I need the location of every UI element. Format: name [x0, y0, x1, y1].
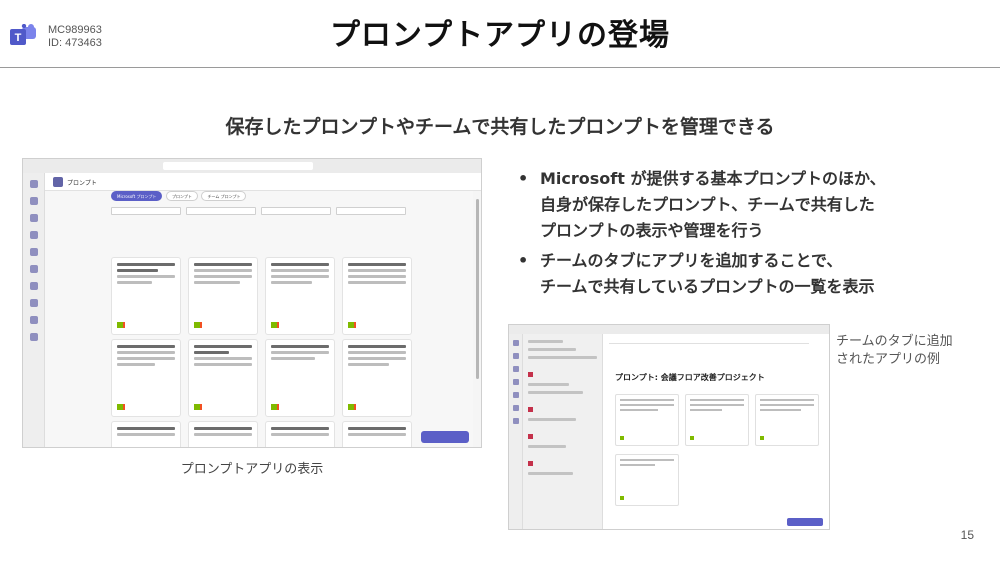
prompt-card: [265, 421, 335, 447]
caption-line: チームのタブに追加: [836, 334, 953, 349]
prompt-card: [188, 421, 258, 447]
prompts-app-screenshot: プロンプト Microsoft プロンプト プロンプト チーム プロンプト: [22, 158, 482, 448]
app-header-bar: プロンプト: [45, 173, 481, 191]
bullet-item: • チームのタブにアプリを追加することで、 チームで共有しているプロンプトの一覧…: [518, 248, 988, 300]
prompts-app-icon: [53, 177, 63, 187]
search-box: [163, 162, 313, 170]
scrollbar: [476, 199, 479, 379]
app-name: プロンプト: [67, 180, 97, 187]
prompt-card: [111, 421, 181, 447]
feedback-button: [421, 431, 469, 443]
bullet-dot: •: [518, 169, 529, 188]
window-titlebar: [23, 159, 481, 173]
screenshot-caption: プロンプトアプリの表示: [180, 462, 324, 477]
prompt-card: [755, 394, 819, 446]
bullet-line: Microsoft が提供する基本プロンプトのほか、: [540, 169, 886, 188]
team-tab-screenshot: プロンプト: 会議フロア改善プロジェクト: [508, 324, 830, 530]
prompt-card: [265, 257, 335, 335]
prompt-card: [265, 339, 335, 417]
slide-subtitle: 保存したプロンプトやチームで共有したプロンプトを管理できる: [225, 116, 775, 138]
page-number: 15: [960, 528, 974, 542]
bullet-list: • Microsoft が提供する基本プロンプトのほか、 自身が保存したプロンプ…: [518, 166, 988, 304]
tab-microsoft-prompts: Microsoft プロンプト: [111, 191, 163, 201]
team-prompts-heading: プロンプト: 会議フロア改善プロジェクト: [615, 373, 765, 382]
team-tab-content: プロンプト: 会議フロア改善プロジェクト: [603, 334, 829, 529]
team-tab-caption: チームのタブに追加 されたアプリの例: [836, 333, 986, 369]
feedback-button: [787, 518, 823, 526]
prompt-card: [188, 339, 258, 417]
prompt-card: [111, 257, 181, 335]
slide-header: T MC989963 ID: 473463 プロンプトアプリの登場: [0, 0, 1000, 68]
tab-team-prompts: チーム プロンプト: [201, 191, 247, 201]
prompt-card: [111, 339, 181, 417]
app-rail: [509, 334, 523, 529]
prompt-card: [615, 454, 679, 506]
team-channel-list: [523, 334, 603, 529]
bullet-line: チームで共有しているプロンプトの一覧を表示: [540, 277, 875, 296]
bullet-line: チームのタブにアプリを追加することで、: [540, 251, 843, 270]
tab-my-prompts: プロンプト: [165, 191, 198, 201]
window-titlebar: [509, 325, 829, 334]
prompt-card: [342, 421, 412, 447]
slide-title: プロンプトアプリの登場: [329, 18, 671, 53]
bullet-line: 自身が保存したプロンプト、チームで共有した: [540, 195, 875, 214]
app-rail: [23, 173, 45, 447]
bullet-item: • Microsoft が提供する基本プロンプトのほか、 自身が保存したプロンプ…: [518, 166, 988, 244]
prompt-card: [685, 394, 749, 446]
bullet-dot: •: [518, 251, 529, 270]
prompt-card: [342, 339, 412, 417]
prompt-tabs: Microsoft プロンプト プロンプト チーム プロンプト: [111, 191, 248, 201]
prompt-card: [188, 257, 258, 335]
prompt-card: [615, 394, 679, 446]
prompt-card: [342, 257, 412, 335]
caption-line: されたアプリの例: [836, 352, 941, 367]
bullet-line: プロンプトの表示や管理を行う: [540, 221, 764, 240]
filter-row: [111, 207, 411, 217]
channel-tabs: [609, 338, 809, 344]
